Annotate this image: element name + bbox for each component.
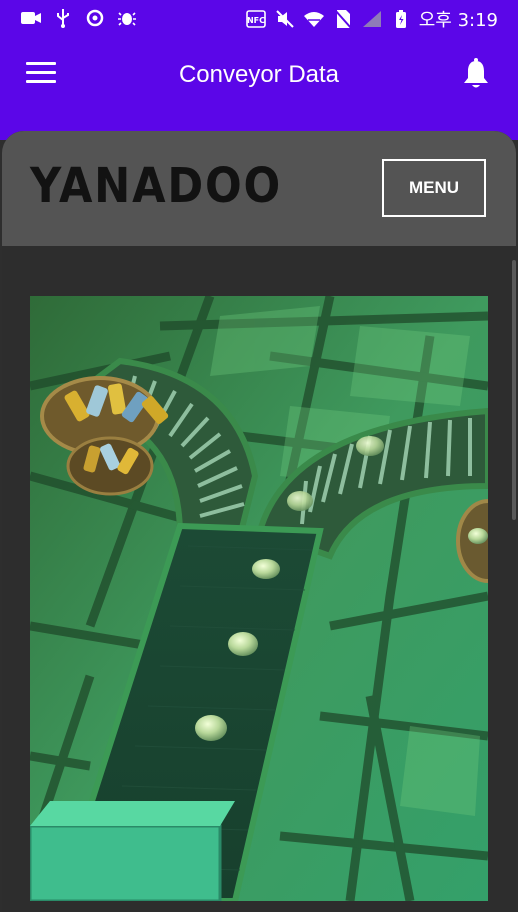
bell-icon[interactable] xyxy=(462,58,490,90)
status-bar: NFC 오후 3:19 xyxy=(0,0,518,36)
conveyor-scene-image xyxy=(30,296,488,901)
video-icon xyxy=(20,7,42,29)
card-header: YANADOO MENU xyxy=(2,131,516,246)
app-bar: Conveyor Data xyxy=(0,44,518,108)
mute-icon xyxy=(274,8,296,30)
page-title: Conveyor Data xyxy=(178,61,340,88)
battery-icon xyxy=(390,8,412,30)
signal-icon xyxy=(361,8,383,30)
usb-icon xyxy=(52,7,74,29)
menu-button[interactable]: MENU xyxy=(382,159,486,217)
scrollbar[interactable] xyxy=(512,260,516,520)
svg-text:NFC: NFC xyxy=(247,16,265,25)
sync-icon xyxy=(84,7,106,29)
content-card: YANADOO MENU xyxy=(2,131,516,912)
brand-logo: YANADOO xyxy=(30,158,283,214)
no-sim-icon xyxy=(332,8,354,30)
wifi-icon xyxy=(303,8,325,30)
nfc-icon: NFC xyxy=(245,8,267,30)
bug-icon xyxy=(116,7,138,29)
top-app-region: NFC 오후 3:19 Conveyor Data xyxy=(0,0,518,140)
status-time: 오후 3:19 xyxy=(418,10,498,31)
